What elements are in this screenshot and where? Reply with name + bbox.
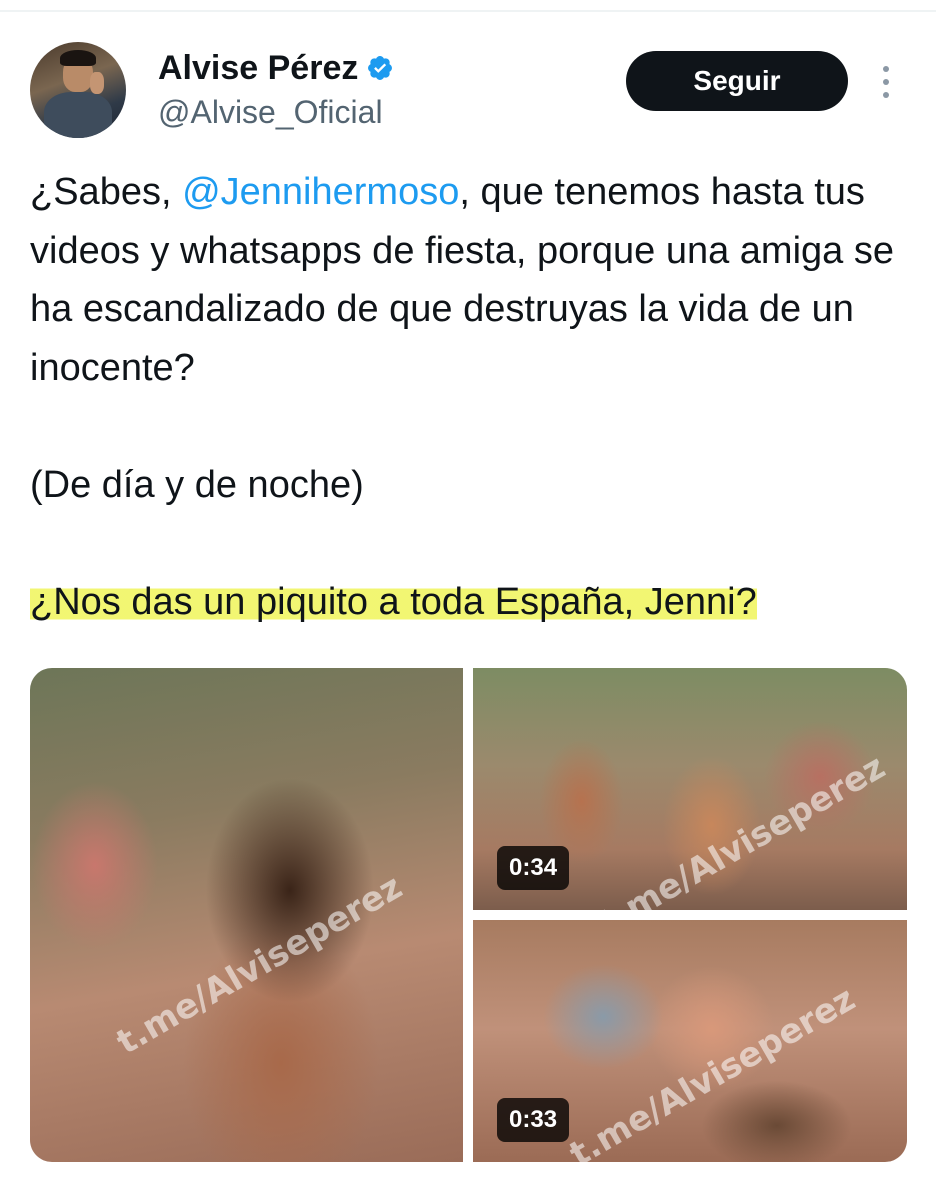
media-grid: t.me/Alviseperez t.me/Alviseperez 0:34 t… (30, 668, 907, 1162)
video-thumbnail-bottom[interactable]: t.me/Alviseperez 0:33 (473, 920, 907, 1162)
video-duration-badge: 0:34 (497, 846, 570, 890)
watermark-text: t.me/Alviseperez (563, 978, 863, 1162)
more-dot (883, 79, 889, 85)
top-divider (0, 10, 936, 12)
follow-button[interactable]: Seguir (626, 51, 848, 111)
video-duration-badge: 0:33 (497, 1098, 570, 1142)
tweet-text: ¿Sabes, @Jennihermoso, que tenemos hasta… (30, 163, 920, 631)
highlighted-text: ¿Nos das un piquito a toda España, Jenni… (30, 580, 757, 623)
more-dot (883, 92, 889, 98)
author-name-row[interactable]: Alvise Pérez (158, 48, 394, 88)
avatar-body-shape (44, 92, 112, 138)
tweet-text-prefix: ¿Sabes, (30, 171, 183, 213)
avatar-hair-shape (60, 50, 96, 66)
mention-link[interactable]: @Jennihermoso (182, 171, 459, 213)
watermark-text: t.me/Alviseperez (110, 866, 410, 1063)
author-block: Alvise Pérez @Alvise_Oficial (158, 48, 394, 132)
author-display-name[interactable]: Alvise Pérez (158, 48, 358, 88)
avatar-hand-shape (90, 72, 104, 94)
verified-badge-icon (368, 56, 393, 80)
video-thumbnail-main[interactable]: t.me/Alviseperez (30, 668, 463, 1162)
video-thumbnail-top[interactable]: t.me/Alviseperez 0:34 (473, 668, 907, 910)
avatar[interactable] (30, 42, 126, 138)
tweet-paragraph-3: ¿Nos das un piquito a toda España, Jenni… (30, 573, 920, 632)
more-dot (883, 66, 889, 72)
author-handle[interactable]: @Alvise_Oficial (158, 92, 394, 132)
watermark-text: t.me/Alviseperez (593, 746, 893, 910)
tweet-paragraph-2: (De día y de noche) (30, 463, 364, 506)
tweet-paragraph-1: ¿Sabes, @Jennihermoso, que tenemos hasta… (30, 163, 920, 397)
more-vertical-icon[interactable] (874, 62, 898, 102)
